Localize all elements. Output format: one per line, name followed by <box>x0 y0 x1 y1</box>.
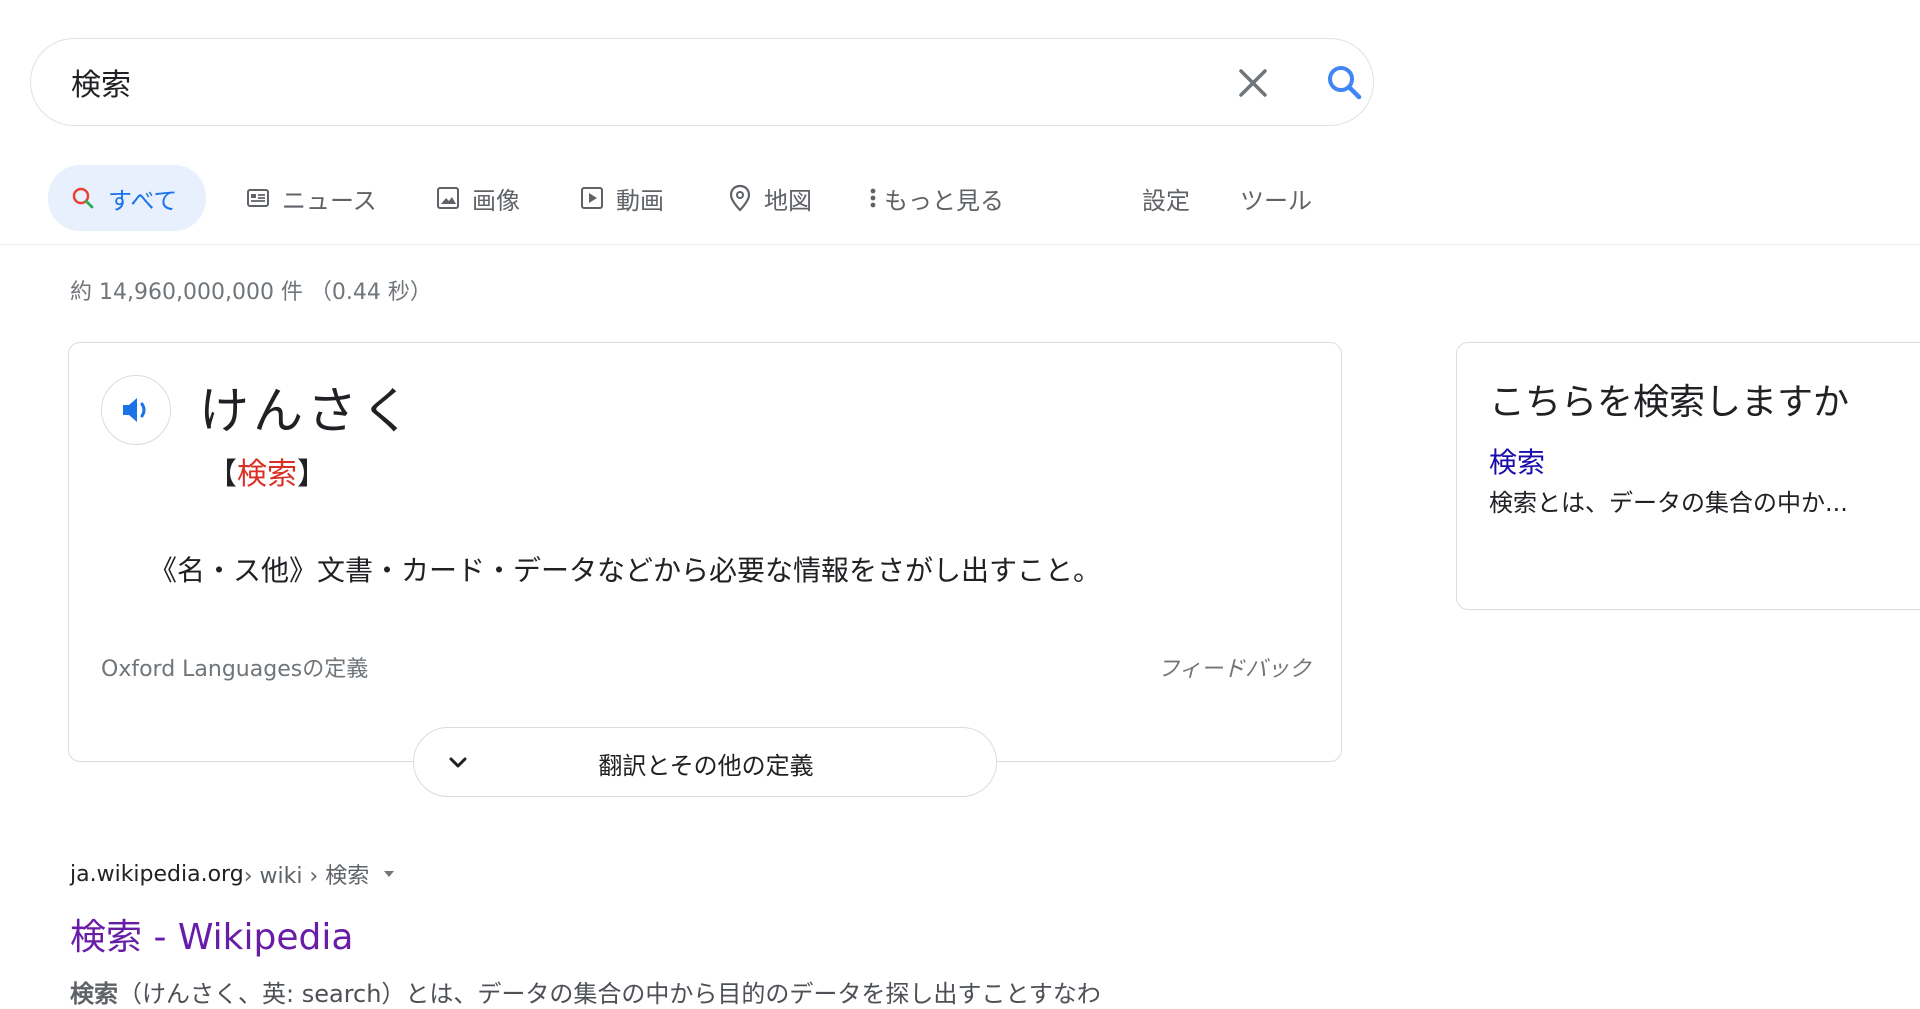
tab-news-label: ニュース <box>282 186 377 215</box>
suggestion-card: こちらを検索しますか 検索 検索とは、データの集合の中か... <box>1456 342 1920 610</box>
header-divider <box>0 244 1920 245</box>
tab-maps-label: 地図 <box>764 186 812 215</box>
more-definitions-button[interactable]: 翻訳とその他の定義 <box>413 727 997 797</box>
result-breadcrumb[interactable]: ja.wikipedia.org › wiki › 検索 <box>70 858 397 890</box>
reading: けんさく <box>199 382 415 440</box>
tab-videos-label: 動画 <box>616 186 664 215</box>
snippet-text: （けんさく、英: search）とは、データの集合の中から目的のデータを探し出す… <box>118 980 1101 1008</box>
kanji-word: 検索 <box>237 457 297 492</box>
result-snippet: 検索（けんさく、英: search）とは、データの集合の中から目的のデータを探し… <box>70 974 1101 1009</box>
tab-images-label: 画像 <box>472 186 520 215</box>
search-icon <box>72 187 94 209</box>
snippet-highlight: 検索 <box>70 980 118 1008</box>
search-button[interactable] <box>1321 59 1369 107</box>
play-icon <box>581 187 603 209</box>
bracket-close: 】 <box>297 457 327 492</box>
bracket-open: 【 <box>207 457 237 492</box>
feedback-link[interactable]: フィードバック <box>1157 651 1311 683</box>
tab-more-label: もっと見る <box>884 186 1004 215</box>
newspaper-icon <box>247 189 269 207</box>
close-icon <box>1239 69 1267 97</box>
tab-all-label: すべて <box>108 186 178 215</box>
search-box <box>30 38 1374 126</box>
result-stats: 約 14,960,000,000 件 （0.44 秒） <box>70 280 432 305</box>
tab-images[interactable]: 画像 <box>436 165 520 231</box>
kanji-line: 【検索】 <box>207 449 327 493</box>
dictionary-card: けんさく 【検索】 《名・ス他》文書・カード・データなどから必要な情報をさがし出… <box>68 342 1342 762</box>
location-pin-icon <box>729 184 751 212</box>
settings-link[interactable]: 設定 <box>1142 165 1190 231</box>
definition: 《名・ス他》文書・カード・データなどから必要な情報をさがし出すこと。 <box>149 554 1102 587</box>
settings-label: 設定 <box>1142 186 1190 215</box>
more-vert-icon <box>870 188 876 208</box>
tab-videos[interactable]: 動画 <box>580 165 664 231</box>
search-icon <box>1328 66 1362 100</box>
tab-all[interactable]: すべて <box>48 165 206 231</box>
tab-maps[interactable]: 地図 <box>728 165 812 231</box>
pronunciation-button[interactable] <box>101 375 171 445</box>
tab-more[interactable]: もっと見る <box>868 165 1004 231</box>
tools-label: ツール <box>1240 186 1312 215</box>
suggestion-title: こちらを検索しますか <box>1489 382 1850 423</box>
result-path: › wiki › 検索 <box>243 864 370 889</box>
suggestion-link[interactable]: 検索 <box>1489 441 1545 481</box>
caret-down-icon[interactable] <box>381 866 397 882</box>
result-domain: ja.wikipedia.org <box>70 861 244 887</box>
speaker-icon <box>123 398 146 422</box>
image-icon <box>437 187 459 209</box>
search-tabs: すべて ニュース 画像 動画 地図 もっと見る 設定 ツール <box>48 165 1348 233</box>
tab-news[interactable]: ニュース <box>246 165 377 231</box>
clear-button[interactable] <box>1231 61 1275 105</box>
result-title-link[interactable]: 検索 - Wikipedia <box>70 908 353 960</box>
search-input[interactable] <box>71 39 1221 125</box>
tools-link[interactable]: ツール <box>1240 165 1312 231</box>
definition-source[interactable]: Oxford Languagesの定義 <box>101 651 368 683</box>
suggestion-snippet: 検索とは、データの集合の中か... <box>1489 489 1848 517</box>
more-definitions-label: 翻訳とその他の定義 <box>598 752 814 780</box>
